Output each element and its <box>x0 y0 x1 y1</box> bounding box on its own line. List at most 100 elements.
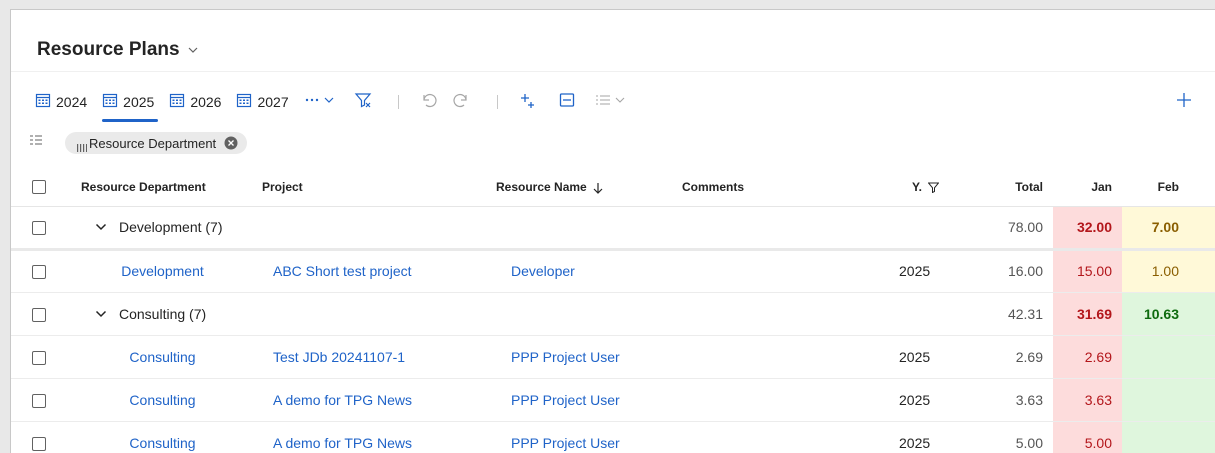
row-checkbox[interactable] <box>32 265 46 280</box>
department-link[interactable]: Consulting <box>73 421 252 453</box>
feb-cell[interactable]: 7.00 <box>1122 206 1189 251</box>
column-header-department[interactable]: Resource Department <box>73 168 252 207</box>
feb-cell[interactable]: 1.00 <box>1122 249 1189 293</box>
comments-cell[interactable] <box>670 378 896 422</box>
group-row-consulting[interactable]: Consulting (7) 42.31 31.69 10.63 <box>11 292 1215 336</box>
select-all-checkbox[interactable] <box>32 180 46 195</box>
remove-chip-icon[interactable] <box>224 136 238 150</box>
total-cell[interactable]: 78.00 <box>956 206 1053 251</box>
comments-cell[interactable] <box>670 249 896 293</box>
column-header-feb[interactable]: Feb <box>1122 168 1189 207</box>
chevron-down-icon[interactable] <box>95 221 107 233</box>
table-row[interactable]: Consulting Test JDb 20241107-1 PPP Proje… <box>11 335 1215 379</box>
chevron-down-icon[interactable] <box>187 44 199 56</box>
group-chip[interactable]: Resource Department <box>65 132 248 154</box>
column-header-comments[interactable]: Comments <box>670 168 896 207</box>
jan-cell[interactable]: 15.00 <box>1053 249 1122 293</box>
header-row: Resource Department Project Resource Nam… <box>11 168 1215 207</box>
project-link[interactable]: Test JDb 20241107-1 <box>252 335 488 379</box>
group-row-development[interactable]: Development (7) 78.00 32.00 7.00 <box>11 206 1215 251</box>
department-link[interactable]: Consulting <box>73 335 252 379</box>
group-header-cell[interactable]: Development (7) <box>73 206 896 251</box>
resource-link[interactable]: PPP Project User <box>488 378 670 422</box>
jan-cell[interactable]: 5.00 <box>1053 421 1122 453</box>
table-row[interactable]: Development ABC Short test project Devel… <box>11 249 1215 293</box>
row-checkbox[interactable] <box>32 393 46 408</box>
column-header-year-label: Y. <box>912 179 923 194</box>
total-cell[interactable]: 2.69 <box>956 335 1053 379</box>
calendar-icon <box>102 92 118 113</box>
year-cell <box>896 206 956 251</box>
year-cell[interactable]: 2025 <box>896 335 956 379</box>
chevron-down-icon[interactable] <box>95 308 107 320</box>
jan-cell[interactable]: 3.63 <box>1053 378 1122 422</box>
sort-descending-icon <box>593 182 603 194</box>
jan-cell[interactable]: 32.00 <box>1053 206 1122 251</box>
overflow-cell <box>1189 421 1215 453</box>
year-label: 2027 <box>257 94 289 110</box>
form-view-button[interactable] <box>558 90 576 114</box>
overflow-cell <box>1189 249 1215 293</box>
select-all-checkbox-cell[interactable] <box>11 168 73 207</box>
feb-cell[interactable] <box>1122 378 1189 422</box>
year-button-2027[interactable]: 2027 <box>236 90 289 114</box>
undo-button[interactable] <box>419 90 437 114</box>
row-checkbox-cell[interactable] <box>11 335 73 379</box>
comments-cell[interactable] <box>670 421 896 453</box>
row-checkbox[interactable] <box>32 350 46 365</box>
resource-plans-grid: Resource Department Project Resource Nam… <box>11 168 1215 453</box>
row-checkbox-cell[interactable] <box>11 421 73 453</box>
overflow-cell <box>1189 292 1215 336</box>
row-checkbox[interactable] <box>32 436 46 451</box>
column-header-total[interactable]: Total <box>956 168 1053 207</box>
form-view-icon <box>558 91 576 114</box>
department-link[interactable]: Consulting <box>73 378 252 422</box>
clear-filter-button[interactable] <box>354 90 372 114</box>
row-checkbox-cell[interactable] <box>11 378 73 422</box>
more-options-button[interactable] <box>304 90 338 114</box>
table-row[interactable]: Consulting A demo for TPG News PPP Proje… <box>11 421 1215 453</box>
feb-cell[interactable] <box>1122 421 1189 453</box>
jan-cell[interactable]: 2.69 <box>1053 335 1122 379</box>
group-list-icon[interactable] <box>29 134 43 153</box>
row-checkbox-cell[interactable] <box>11 249 73 293</box>
year-button-2026[interactable]: 2026 <box>169 90 221 114</box>
department-link[interactable]: Development <box>73 249 252 293</box>
resource-link[interactable]: PPP Project User <box>488 335 670 379</box>
toolbar-divider <box>397 95 399 109</box>
row-checkbox[interactable] <box>32 221 46 236</box>
column-header-resource[interactable]: Resource Name <box>488 168 670 207</box>
toolbar: 2024 2025 2026 2027 <box>35 90 650 122</box>
total-cell[interactable]: 42.31 <box>956 292 1053 336</box>
page-header[interactable]: Resource Plans <box>37 35 199 65</box>
year-cell[interactable]: 2025 <box>896 378 956 422</box>
redo-button[interactable] <box>453 90 471 114</box>
total-cell[interactable]: 3.63 <box>956 378 1053 422</box>
project-link[interactable]: A demo for TPG News <box>252 421 488 453</box>
year-cell[interactable]: 2025 <box>896 249 956 293</box>
project-link[interactable]: ABC Short test project <box>252 249 488 293</box>
new-button[interactable] <box>1176 90 1192 114</box>
total-cell[interactable]: 16.00 <box>956 249 1053 293</box>
row-checkbox[interactable] <box>32 307 46 322</box>
column-header-project[interactable]: Project <box>252 168 488 207</box>
year-button-2024[interactable]: 2024 <box>35 90 87 114</box>
jan-cell[interactable]: 31.69 <box>1053 292 1122 336</box>
year-cell[interactable]: 2025 <box>896 421 956 453</box>
column-header-year[interactable]: Y. <box>896 168 956 207</box>
add-row-button[interactable] <box>518 90 536 114</box>
feb-cell[interactable]: 10.63 <box>1122 292 1189 336</box>
resource-link[interactable]: Developer <box>488 249 670 293</box>
table-row[interactable]: Consulting A demo for TPG News PPP Proje… <box>11 378 1215 422</box>
feb-cell[interactable] <box>1122 335 1189 379</box>
resource-link[interactable]: PPP Project User <box>488 421 670 453</box>
comments-cell[interactable] <box>670 335 896 379</box>
page-title[interactable]: Resource Plans <box>37 39 180 61</box>
total-cell[interactable]: 5.00 <box>956 421 1053 453</box>
group-label: Consulting (7) <box>119 305 207 322</box>
group-header-cell[interactable]: Consulting (7) <box>73 292 896 336</box>
column-header-jan[interactable]: Jan <box>1053 168 1122 207</box>
project-link[interactable]: A demo for TPG News <box>252 378 488 422</box>
list-view-dropdown[interactable] <box>594 90 634 114</box>
year-button-2025[interactable]: 2025 <box>102 90 159 122</box>
